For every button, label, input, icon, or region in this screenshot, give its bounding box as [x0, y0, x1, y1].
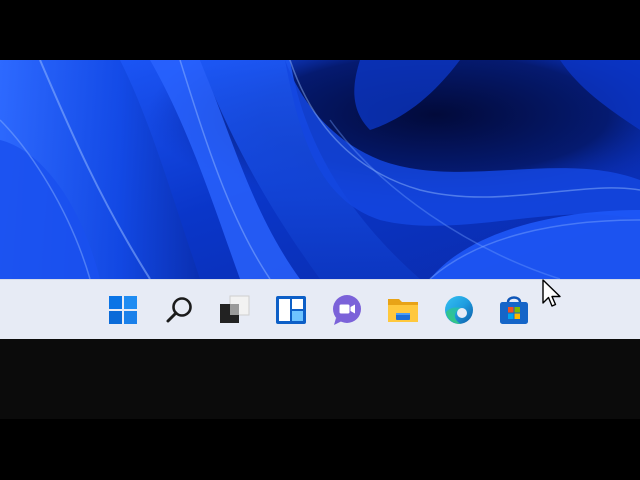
desktop-wallpaper: [0, 60, 640, 279]
letterbox-bottom: [0, 419, 640, 480]
bottom-band: [0, 339, 640, 419]
teams-chat-icon[interactable]: [331, 294, 363, 326]
letterbox-top: [0, 0, 640, 60]
edge-icon[interactable]: [443, 294, 475, 326]
windows-start-icon[interactable]: [107, 294, 139, 326]
microsoft-store-icon[interactable]: [498, 294, 530, 326]
search-icon[interactable]: [163, 294, 195, 326]
task-view-icon[interactable]: [219, 294, 251, 326]
file-explorer-icon[interactable]: [387, 294, 419, 326]
mouse-pointer-icon: [541, 279, 563, 309]
widgets-icon[interactable]: [275, 294, 307, 326]
